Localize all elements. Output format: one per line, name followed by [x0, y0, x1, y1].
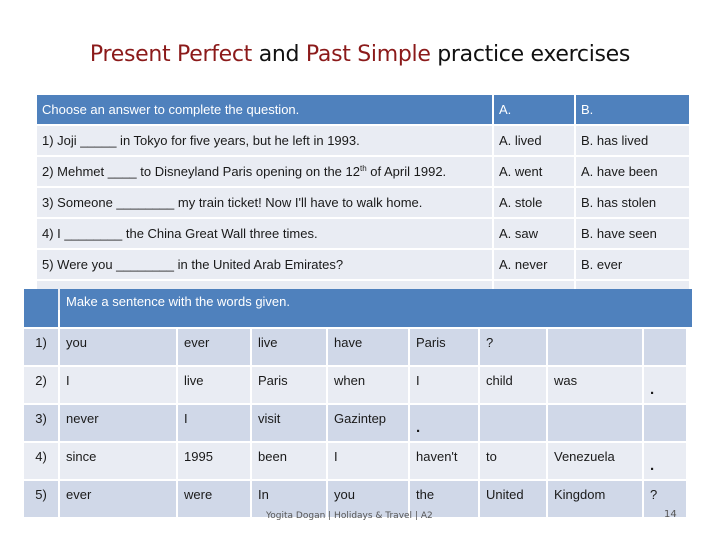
word-cell: ever: [178, 329, 250, 365]
table-row: 1) Joji _____ in Tokyo for five years, b…: [37, 126, 691, 157]
word-cell: Paris: [410, 329, 478, 365]
row-number: 2): [24, 367, 58, 403]
option-b[interactable]: B. has stolen: [576, 188, 689, 217]
option-b[interactable]: B. ever: [576, 250, 689, 279]
header-option-a: A.: [494, 95, 574, 124]
option-a[interactable]: A. lived: [494, 126, 574, 155]
word-cell: ever: [60, 481, 176, 517]
question-text: 4) I ________ the China Great Wall three…: [37, 219, 492, 248]
row-number: 3): [24, 405, 58, 441]
empty-cell: [644, 405, 686, 441]
word-cell: ?: [480, 329, 546, 365]
word-cell: Venezuela: [548, 443, 642, 479]
empty-cell: [548, 329, 642, 365]
word-cell: have: [328, 329, 408, 365]
word-cell: Paris: [252, 367, 326, 403]
row-number: 4): [24, 443, 58, 479]
option-a[interactable]: A. stole: [494, 188, 574, 217]
option-a[interactable]: A. never: [494, 250, 574, 279]
question-text-end: of April 1992.: [366, 164, 447, 179]
row-number: 1): [24, 329, 58, 365]
word-cell: Gazintep: [328, 405, 408, 441]
option-b[interactable]: B. has lived: [576, 126, 689, 155]
table-row: 3) Someone ________ my train ticket! Now…: [37, 188, 691, 219]
word-cell: .: [410, 405, 478, 441]
word-cell: Kingdom: [548, 481, 642, 517]
page-title: Present Perfect and Past Simple practice…: [0, 42, 720, 67]
table-row: 3) never Ivisit Gazintep.: [24, 405, 692, 441]
table-header-row: Make a sentence with the words given.: [24, 289, 692, 327]
header-number-cell: [24, 289, 58, 327]
word-cell: to: [480, 443, 546, 479]
page-number: 14: [664, 509, 677, 520]
word-cell: never: [60, 405, 176, 441]
table-row: 2) Ilive Paris when Ichild was.: [24, 367, 692, 403]
title-rest: practice exercises: [430, 42, 631, 67]
sentence-building-table: Make a sentence with the words given. 1)…: [24, 289, 692, 517]
option-a[interactable]: A. went: [494, 157, 574, 186]
question-text: 3) Someone ________ my train ticket! Now…: [37, 188, 492, 217]
empty-cell: [644, 329, 686, 365]
word-cell: .: [644, 443, 686, 479]
word-cell: I: [178, 405, 250, 441]
question-text: 5) Were you ________ in the United Arab …: [37, 250, 492, 279]
table-row: 5) Were you ________ in the United Arab …: [37, 250, 691, 281]
header-instruction: Make a sentence with the words given.: [60, 289, 692, 327]
word-cell: you: [60, 329, 176, 365]
table-row: 4) I ________ the China Great Wall three…: [37, 219, 691, 250]
word-cell: since: [60, 443, 176, 479]
row-number: 5): [24, 481, 58, 517]
header-option-b: B.: [576, 95, 689, 124]
word-cell: been: [252, 443, 326, 479]
title-past-simple: Past Simple: [305, 42, 431, 67]
title-and: and: [252, 42, 306, 67]
word-cell: was: [548, 367, 642, 403]
question-text: 1) Joji _____ in Tokyo for five years, b…: [37, 126, 492, 155]
multiple-choice-table: Choose an answer to complete the questio…: [37, 95, 691, 312]
table-row: 2) Mehmet ____ to Disneyland Paris openi…: [37, 157, 691, 188]
word-cell: I: [60, 367, 176, 403]
word-cell: .: [644, 367, 686, 403]
word-cell: I: [410, 367, 478, 403]
table-row: 1) you ever live have Paris?: [24, 329, 692, 365]
word-cell: United: [480, 481, 546, 517]
option-b[interactable]: A. have been: [576, 157, 689, 186]
word-cell: 1995: [178, 443, 250, 479]
word-cell: child: [480, 367, 546, 403]
table-header-row: Choose an answer to complete the questio…: [37, 95, 691, 126]
header-question: Choose an answer to complete the questio…: [37, 95, 492, 124]
question-text-start: 2) Mehmet ____ to Disneyland Paris openi…: [42, 164, 360, 179]
word-cell: live: [178, 367, 250, 403]
footer-text: Yogita Dogan | Holidays & Travel | A2: [266, 511, 433, 521]
empty-cell: [548, 405, 642, 441]
word-cell: when: [328, 367, 408, 403]
word-cell: haven't: [410, 443, 478, 479]
question-text: 2) Mehmet ____ to Disneyland Paris openi…: [37, 157, 492, 186]
word-cell: were: [178, 481, 250, 517]
word-cell: visit: [252, 405, 326, 441]
ordinal-suffix: th: [359, 164, 367, 173]
option-a[interactable]: A. saw: [494, 219, 574, 248]
empty-cell: [480, 405, 546, 441]
option-b[interactable]: B. have seen: [576, 219, 689, 248]
word-cell: live: [252, 329, 326, 365]
word-cell: I: [328, 443, 408, 479]
table-row: 4) since 1995 been Ihaven't to Venezuela.: [24, 443, 692, 479]
title-present-perfect: Present Perfect: [89, 42, 253, 67]
